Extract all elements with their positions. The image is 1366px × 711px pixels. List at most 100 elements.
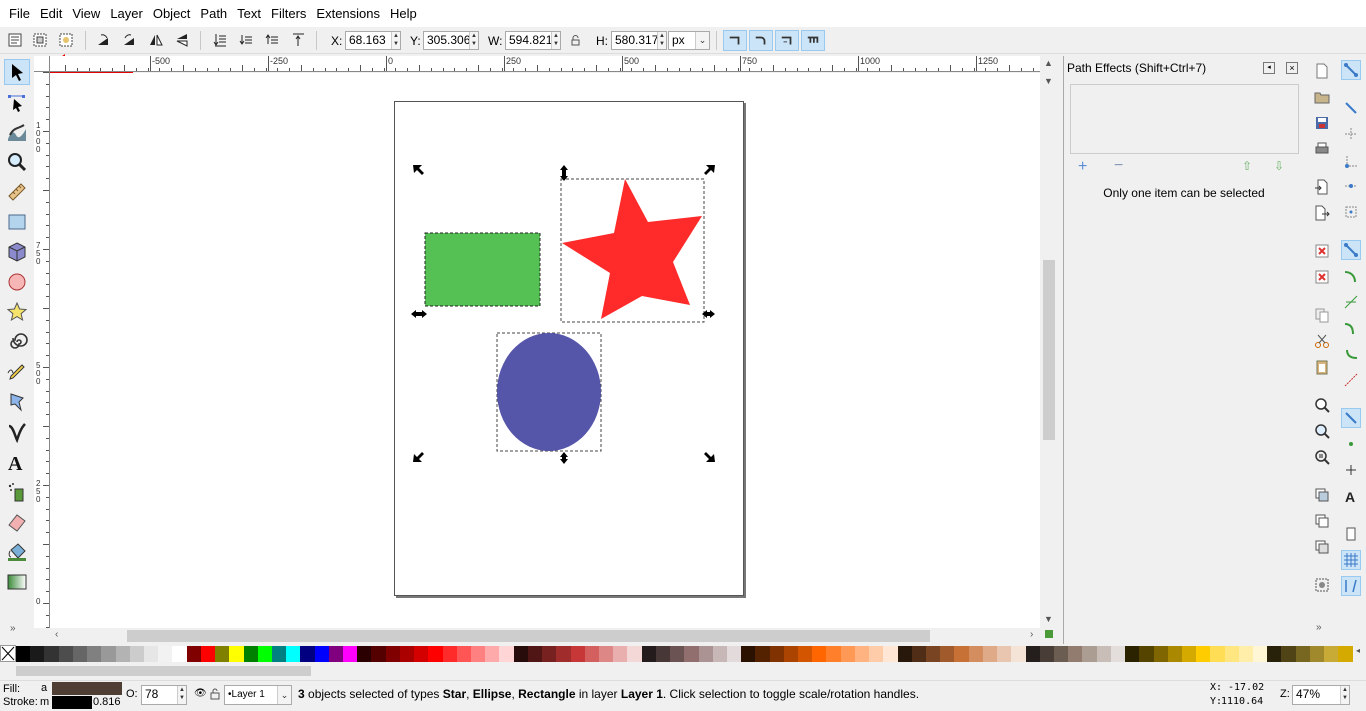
paint-bucket-tool[interactable] (4, 539, 30, 565)
snap-toggle-icon[interactable] (1341, 60, 1361, 80)
stroke-swatch[interactable] (52, 696, 92, 709)
pen-tool[interactable] (4, 389, 30, 415)
zoom-page-icon[interactable] (1312, 447, 1332, 467)
palette-swatch[interactable] (527, 646, 543, 662)
ellipse-tool[interactable] (4, 269, 30, 295)
palette-swatch[interactable] (926, 646, 941, 662)
spray-tool[interactable] (4, 479, 30, 505)
snap-text-baseline-icon[interactable]: A (1341, 486, 1361, 506)
visibility-icon[interactable]: 👁 (194, 688, 207, 699)
snap-page-border-icon[interactable] (1341, 524, 1361, 544)
select-all-icon[interactable] (5, 30, 25, 50)
palette-swatch[interactable] (1068, 646, 1083, 662)
vertical-scrollbar[interactable]: ▲ ▼ ▼ (1040, 56, 1057, 628)
lower-to-bottom-icon[interactable] (210, 30, 230, 50)
palette-swatch[interactable] (897, 646, 912, 662)
palette-swatch[interactable] (456, 646, 471, 662)
snap-grid-icon[interactable] (1341, 550, 1361, 570)
palette-swatch[interactable] (499, 646, 514, 662)
palette-swatch[interactable] (769, 646, 784, 662)
flip-horizontal-icon[interactable] (146, 30, 166, 50)
palette-swatch[interactable] (840, 646, 855, 662)
palette-swatch[interactable] (1224, 646, 1239, 662)
palette-swatch[interactable] (115, 646, 130, 662)
palette-swatch[interactable] (854, 646, 870, 662)
palette-swatch[interactable] (229, 646, 244, 662)
palette-swatch[interactable] (627, 646, 642, 662)
palette-swatch[interactable] (1238, 646, 1254, 662)
scroll-left-icon[interactable]: ‹ (55, 629, 58, 640)
lower-icon[interactable] (236, 30, 256, 50)
scale-corners-toggle[interactable] (749, 30, 773, 51)
snap-cusp-icon[interactable] (1341, 318, 1361, 338)
scale-stroke-toggle[interactable] (723, 30, 747, 51)
snap-others-icon[interactable] (1341, 408, 1361, 428)
horizontal-scroll-thumb[interactable] (127, 630, 930, 642)
palette-swatch[interactable] (869, 646, 884, 662)
palette-swatch[interactable] (371, 646, 386, 662)
toolbox-overflow[interactable]: » (10, 623, 16, 634)
palette-swatch[interactable] (997, 646, 1012, 662)
scroll-up-icon[interactable]: ▲ (1044, 58, 1053, 68)
x-field[interactable]: 68.163 ▲ ▼ (345, 31, 401, 50)
palette-swatch[interactable] (30, 646, 45, 662)
palette-swatch[interactable] (1253, 646, 1268, 662)
snap-bbox-midpoint-icon[interactable] (1341, 176, 1361, 196)
measure-tool[interactable] (4, 179, 30, 205)
palette-swatch[interactable] (186, 646, 201, 662)
palette-swatch[interactable] (570, 646, 585, 662)
save-icon[interactable] (1312, 113, 1332, 133)
snap-rotation-center-icon[interactable] (1341, 460, 1361, 480)
palette-swatch[interactable] (641, 646, 656, 662)
vertical-scroll-thumb[interactable] (1043, 260, 1055, 440)
zoom-field[interactable]: 47% ▲ ▼ (1292, 685, 1350, 705)
lock-proportions-icon[interactable] (565, 30, 585, 50)
rectangle-object[interactable] (424, 232, 541, 307)
palette-swatch[interactable] (755, 646, 770, 662)
raise-to-top-icon[interactable] (288, 30, 308, 50)
layer-select[interactable]: •Layer 1 ⌄ (224, 685, 292, 705)
palette-swatch[interactable] (442, 646, 457, 662)
palette-swatch[interactable] (101, 646, 116, 662)
zoom-selection-icon[interactable] (1312, 395, 1332, 415)
menu-filters[interactable]: Filters (266, 0, 311, 27)
menu-text[interactable]: Text (232, 0, 266, 27)
palette-swatch[interactable] (1324, 646, 1339, 662)
paste-icon[interactable] (1312, 357, 1332, 377)
flip-vertical-icon[interactable] (172, 30, 192, 50)
calligraphy-tool[interactable] (4, 419, 30, 445)
redo-icon[interactable] (1312, 267, 1332, 287)
snap-smooth-icon[interactable] (1341, 344, 1361, 364)
palette-swatch[interactable] (940, 646, 955, 662)
spiral-tool[interactable] (4, 329, 30, 355)
snap-bbox-icon[interactable] (1341, 98, 1361, 118)
palette-swatch[interactable] (812, 646, 827, 662)
menu-path[interactable]: Path (195, 0, 232, 27)
drawing-canvas[interactable] (50, 73, 1040, 628)
palette-swatch[interactable] (1196, 646, 1211, 662)
ellipse-object[interactable] (497, 333, 601, 451)
export-icon[interactable] (1312, 203, 1332, 223)
duplicate-icon[interactable] (1312, 485, 1332, 505)
cut-icon[interactable] (1312, 331, 1332, 351)
palette-swatch[interactable] (883, 646, 898, 662)
palette-swatch[interactable] (670, 646, 685, 662)
palette-swatch[interactable] (286, 646, 301, 662)
text-tool[interactable]: A (4, 449, 30, 475)
palette-swatch[interactable] (215, 646, 230, 662)
new-document-icon[interactable] (1312, 61, 1332, 81)
palette-swatch[interactable] (1153, 646, 1168, 662)
palette-swatch[interactable] (1267, 646, 1282, 662)
palette-swatch[interactable] (542, 646, 557, 662)
palette-swatch[interactable] (1281, 646, 1296, 662)
palette-swatch[interactable] (357, 646, 372, 662)
palette-swatch[interactable] (712, 646, 727, 662)
tweak-tool[interactable] (4, 119, 30, 145)
palette-swatch[interactable] (343, 646, 358, 662)
palette-swatch[interactable] (1167, 646, 1182, 662)
palette-swatch[interactable] (1139, 646, 1154, 662)
add-effect-icon[interactable]: + (1078, 158, 1087, 176)
palette-swatch[interactable] (172, 646, 187, 662)
palette-swatch[interactable] (954, 646, 969, 662)
palette-swatch[interactable] (1309, 646, 1325, 662)
